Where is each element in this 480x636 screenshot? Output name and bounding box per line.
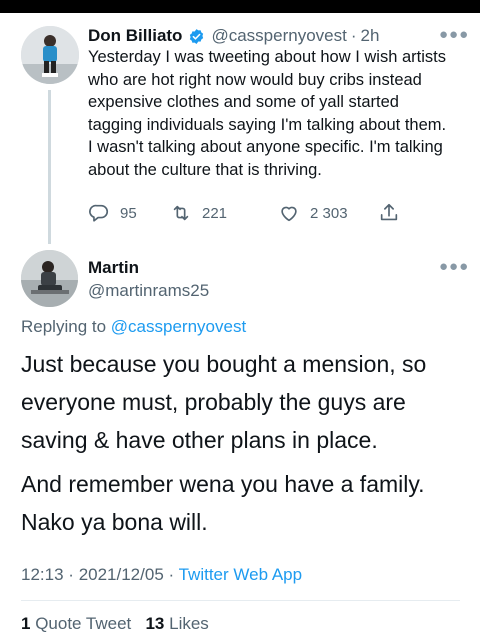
divider — [21, 600, 460, 601]
replying-prefix: Replying to — [21, 317, 107, 336]
avatar-image — [21, 26, 79, 84]
handle[interactable]: @martinrams25 — [88, 281, 209, 301]
quote-tweets-link[interactable]: 1 Quote Tweet — [21, 614, 131, 633]
thread-line — [48, 90, 51, 244]
tweet-header: Don Billiato @casspernyovest · 2h — [88, 26, 379, 46]
quote-label: Quote Tweet — [35, 614, 132, 633]
reply-button[interactable]: 95 — [88, 202, 137, 224]
reply-count: 95 — [120, 204, 137, 222]
separator: · — [168, 565, 175, 584]
like-count: 2 303 — [310, 204, 348, 222]
display-name[interactable]: Martin — [88, 258, 139, 278]
likes-link[interactable]: 13 Likes — [145, 614, 208, 633]
quote-count: 1 — [21, 614, 31, 633]
retweet-count: 221 — [202, 204, 228, 222]
more-options-icon[interactable]: ●●● — [439, 258, 469, 275]
tweet-date[interactable]: 2021/12/05 — [79, 565, 164, 584]
avatar-image — [21, 250, 78, 307]
avatar[interactable] — [21, 26, 79, 84]
tweet-stats: 1 Quote Tweet 13 Likes — [21, 614, 209, 634]
display-name[interactable]: Don Billiato — [88, 26, 182, 46]
tweet-source[interactable]: Twitter Web App — [179, 565, 302, 584]
retweet-button[interactable]: 221 — [170, 202, 227, 224]
heart-icon — [281, 206, 297, 222]
tweet-meta: 12:13 · 2021/12/05 · Twitter Web App — [21, 565, 302, 585]
separator: · — [68, 565, 74, 584]
likes-label: Likes — [169, 614, 209, 633]
tweet-text: Just because you bought a mension, so ev… — [21, 351, 427, 453]
retweet-icon — [173, 205, 189, 221]
tweet-actions: 95 221 2 303 — [88, 202, 428, 226]
replying-to-link[interactable]: @casspernyovest — [111, 317, 246, 336]
share-icon — [380, 203, 398, 221]
verified-badge-icon — [190, 28, 204, 44]
like-button[interactable]: 2 303 — [278, 202, 348, 224]
tweet-text: And remember wena you have a family. Nak… — [21, 471, 425, 535]
reply-icon — [89, 204, 109, 222]
tweet-text: Yesterday I was tweeting about how I wis… — [88, 48, 447, 179]
status-bar — [0, 0, 480, 13]
share-button[interactable] — [378, 202, 400, 224]
replying-to: Replying to @casspernyovest — [21, 317, 246, 337]
timestamp[interactable]: 2h — [361, 26, 380, 46]
tweet-time[interactable]: 12:13 — [21, 565, 64, 584]
handle[interactable]: @casspernyovest — [211, 26, 346, 46]
avatar[interactable] — [21, 250, 78, 307]
separator: · — [350, 26, 357, 45]
likes-count: 13 — [145, 614, 165, 633]
more-options-icon[interactable]: ●●● — [439, 26, 469, 43]
